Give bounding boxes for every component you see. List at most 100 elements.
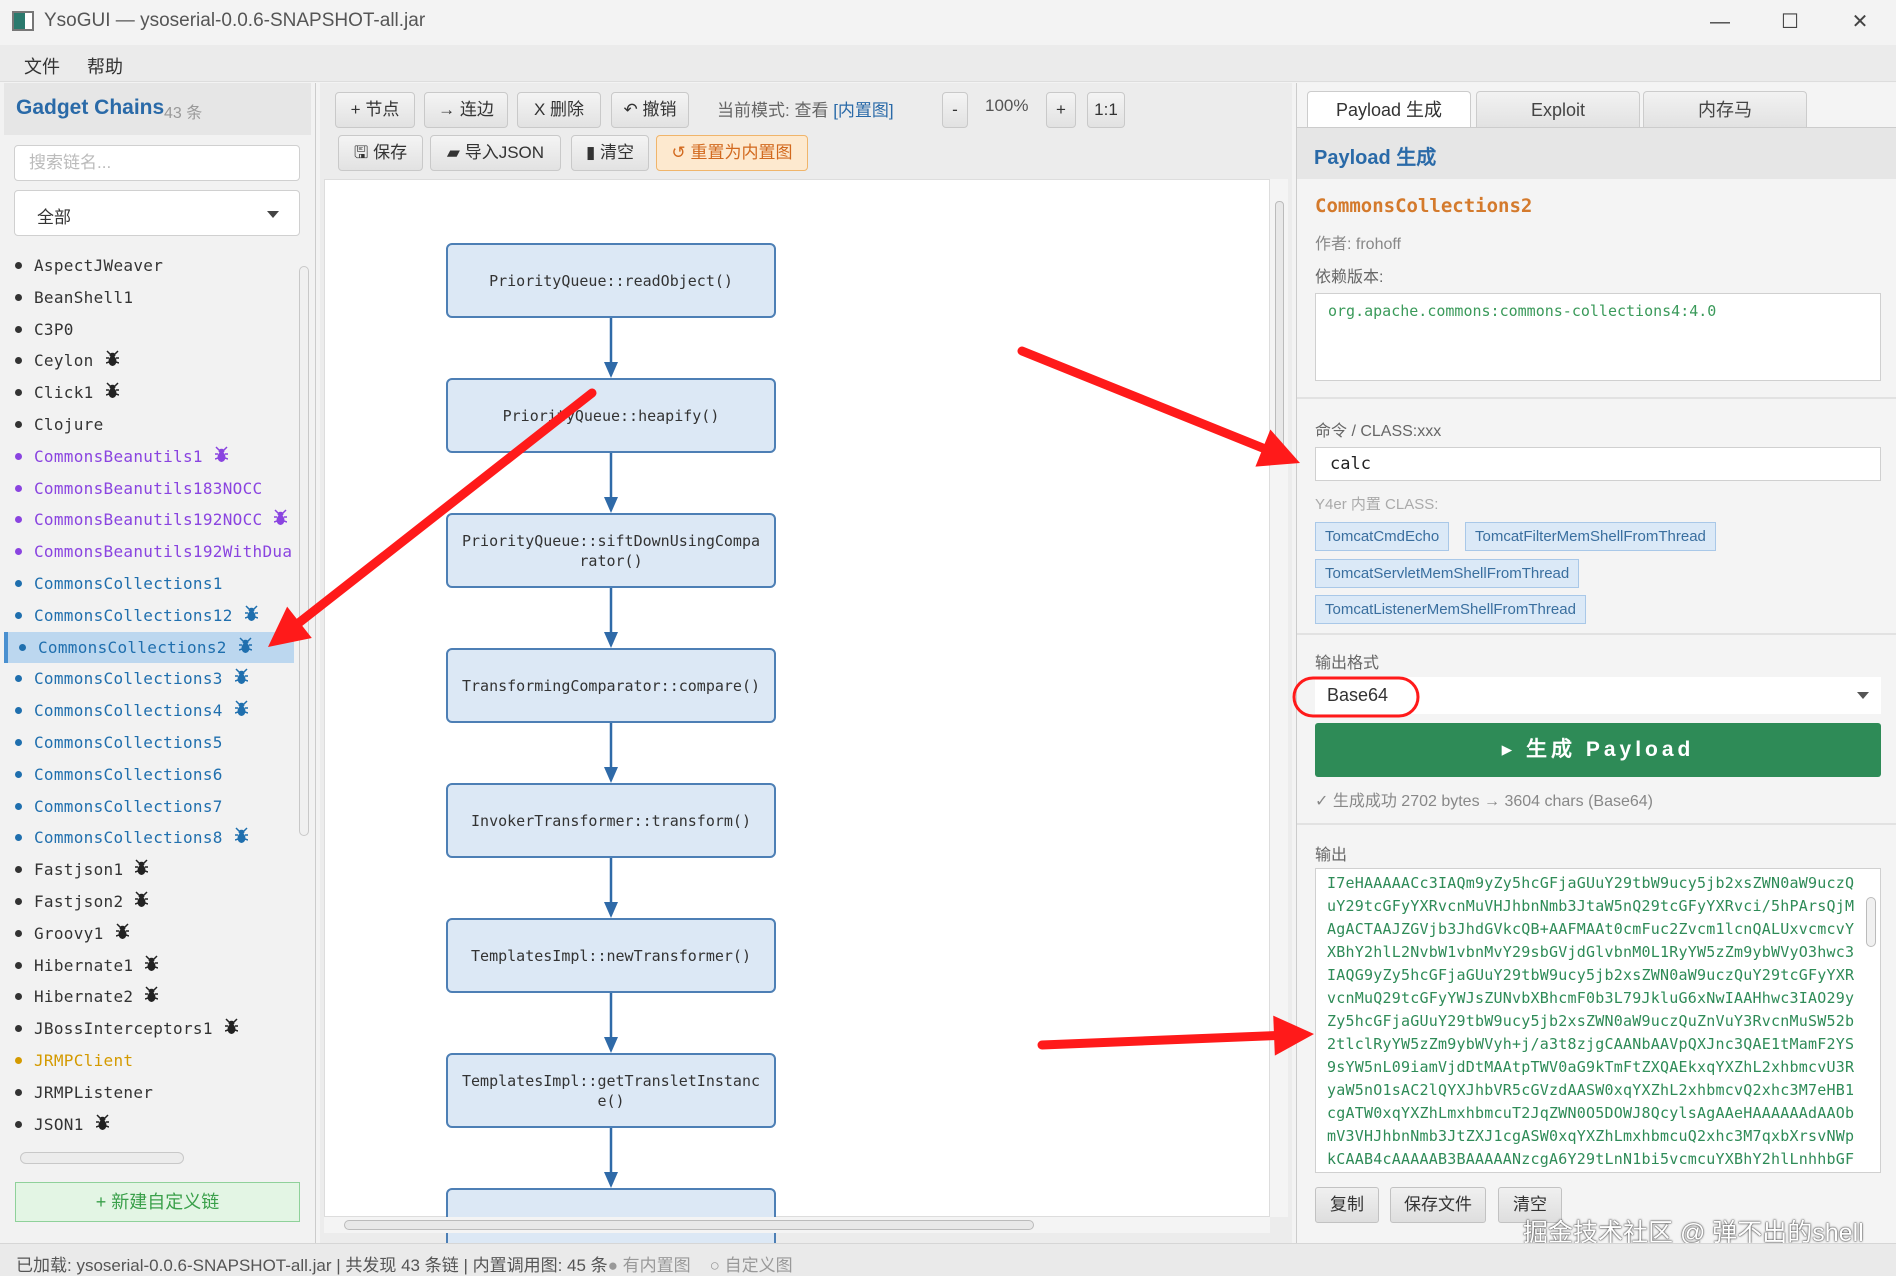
diagram-node[interactable]: TemplatesImpl::newTransformer() bbox=[446, 918, 776, 993]
diagram-node[interactable]: TransformingComparator::compare() bbox=[446, 648, 776, 723]
chain-name: JSON1 bbox=[34, 1114, 84, 1134]
bullet-icon bbox=[15, 675, 22, 683]
search-input[interactable] bbox=[14, 145, 300, 181]
filter-dropdown[interactable]: 全部 bbox=[14, 190, 300, 236]
builtin-class-chip[interactable]: TomcatServletMemShellFromThread bbox=[1315, 559, 1580, 588]
chain-list-item[interactable]: JRMPClient bbox=[4, 1045, 294, 1076]
chain-list-item[interactable]: CommonsCollections3 bbox=[4, 663, 294, 694]
clear-button[interactable]: ▮ 清空 bbox=[571, 135, 649, 171]
canvas-vertical-scrollbar[interactable] bbox=[1270, 179, 1288, 1217]
zoom-in-button[interactable]: + bbox=[1046, 92, 1076, 128]
save-button[interactable]: 🖫 保存 bbox=[338, 135, 423, 171]
chain-list-item[interactable]: C3P0 bbox=[4, 314, 294, 345]
chain-list-item[interactable]: Groovy1 bbox=[4, 918, 294, 949]
edge-arrowhead bbox=[604, 767, 618, 783]
chain-list-item[interactable]: CommonsCollections1 bbox=[4, 568, 294, 599]
chain-list-item[interactable]: CommonsBeanutils183NOCC bbox=[4, 473, 294, 504]
bullet-icon bbox=[15, 770, 22, 778]
reset-zoom-button[interactable]: 1:1 bbox=[1087, 92, 1125, 128]
new-custom-chain-button[interactable]: + 新建自定义链 bbox=[15, 1182, 300, 1222]
tab-memshell[interactable]: 内存马 bbox=[1643, 91, 1807, 127]
chain-list-item[interactable]: Click1 bbox=[4, 377, 294, 408]
chain-list-item[interactable]: JBossInterceptors1 bbox=[4, 1013, 294, 1044]
add-node-button[interactable]: + 节点 bbox=[335, 92, 415, 128]
chain-name: Hibernate2 bbox=[34, 987, 134, 1007]
chain-list-item[interactable]: CommonsBeanutils192NOCC bbox=[4, 504, 294, 535]
tab-payload[interactable]: Payload 生成 bbox=[1307, 91, 1471, 127]
chain-list-item[interactable]: Ceylon bbox=[4, 345, 294, 376]
zoom-out-button[interactable]: - bbox=[942, 92, 968, 128]
format-select[interactable]: Base64 bbox=[1315, 677, 1881, 714]
window-title: YsoGUI — ysoserial-0.0.6-SNAPSHOT-all.ja… bbox=[44, 10, 426, 31]
output-scrollbar[interactable] bbox=[1861, 869, 1880, 1172]
menu-file[interactable]: 文件 bbox=[24, 53, 60, 79]
output-line: yaW5nO1sAC2lQYXJhbVR5cGVzdAASW0xqYXZhL2x… bbox=[1327, 1081, 1855, 1099]
chain-list-item[interactable]: CommonsCollections6 bbox=[4, 759, 294, 790]
maximize-button[interactable]: ☐ bbox=[1770, 8, 1810, 36]
zoom-level: 100% bbox=[985, 96, 1029, 115]
chain-list-item[interactable]: Hibernate2 bbox=[4, 981, 294, 1012]
builtin-class-chip[interactable]: TomcatFilterMemShellFromThread bbox=[1465, 522, 1716, 551]
output-line: 9sYW5nL09iamVjdDtMAAtpTWV0aG9kTmFtZXQAEk… bbox=[1327, 1058, 1855, 1076]
import-json-button[interactable]: ▰ 导入JSON bbox=[430, 135, 561, 171]
scroll-thumb[interactable] bbox=[344, 1220, 1034, 1230]
list-horizontal-scrollbar[interactable] bbox=[4, 1148, 294, 1168]
diagram-canvas[interactable]: PriorityQueue::readObject()PriorityQueue… bbox=[324, 179, 1270, 1263]
chevron-down-icon bbox=[267, 211, 279, 218]
chain-list-item[interactable]: CommonsCollections12 bbox=[4, 600, 294, 631]
diagram-node[interactable]: InvokerTransformer::transform() bbox=[446, 783, 776, 858]
command-input[interactable] bbox=[1315, 447, 1881, 481]
chain-list-item[interactable]: BeanShell1 bbox=[4, 282, 294, 313]
dependency-textarea[interactable]: org.apache.commons:commons-collections4:… bbox=[1315, 293, 1881, 381]
chain-list-item[interactable]: Fastjson1 bbox=[4, 854, 294, 885]
copy-button[interactable]: 复制 bbox=[1315, 1187, 1379, 1223]
chain-list-item[interactable]: JRMPListener bbox=[4, 1077, 294, 1108]
chevron-down-icon bbox=[1857, 692, 1869, 699]
output-line: AgACTAAJZGVjb3JhdGVkcQB+AAFMAAt0cmFuc2Zv… bbox=[1327, 920, 1855, 938]
edge-arrowhead bbox=[604, 632, 618, 648]
bullet-icon bbox=[15, 739, 22, 746]
scroll-thumb[interactable] bbox=[1866, 897, 1876, 947]
diagram-node[interactable]: TemplatesImpl::getTransletInstance() bbox=[446, 1053, 776, 1128]
chain-list-item[interactable]: JSON1 bbox=[4, 1109, 294, 1140]
chain-list-item[interactable]: CommonsBeanutils1 bbox=[4, 441, 294, 472]
scroll-thumb[interactable] bbox=[20, 1152, 184, 1164]
builtin-class-chip[interactable]: TomcatCmdEcho bbox=[1315, 522, 1450, 551]
canvas-horizontal-scrollbar[interactable] bbox=[324, 1217, 1270, 1233]
chain-name: Ceylon bbox=[34, 351, 94, 371]
chain-list-item[interactable]: Fastjson2 bbox=[4, 886, 294, 917]
chain-list-item[interactable]: Hibernate1 bbox=[4, 950, 294, 981]
diagram-node[interactable]: PriorityQueue::heapify() bbox=[446, 378, 776, 453]
chain-name: CommonsCollections12 bbox=[34, 605, 233, 625]
minimize-button[interactable]: — bbox=[1700, 8, 1740, 36]
output-textarea[interactable]: I7eHAAAAACc3IAQm9yZy5hcGFjaGUuY29tbW9ucy… bbox=[1315, 868, 1881, 1173]
undo-button[interactable]: ↶ 撤销 bbox=[611, 92, 689, 128]
chain-list-item[interactable]: AspectJWeaver bbox=[4, 250, 294, 281]
list-vertical-scrollbar[interactable] bbox=[296, 248, 311, 1148]
bullet-icon bbox=[15, 1088, 22, 1096]
connect-edge-button[interactable]: → 连边 bbox=[424, 92, 508, 128]
chain-list-item[interactable]: CommonsCollections7 bbox=[4, 791, 294, 822]
menu-help[interactable]: 帮助 bbox=[87, 53, 123, 79]
chain-list-item[interactable]: CommonsCollections8 bbox=[4, 822, 294, 853]
scroll-thumb[interactable] bbox=[1275, 201, 1284, 461]
tab-exploit[interactable]: Exploit bbox=[1476, 91, 1640, 127]
chain-list-item[interactable]: CommonsCollections2 bbox=[4, 631, 294, 663]
builtin-class-chip[interactable]: TomcatListenerMemShellFromThread bbox=[1315, 595, 1586, 624]
chain-list-item[interactable]: CommonsBeanutils192WithDua bbox=[4, 536, 294, 567]
chain-list-item[interactable]: CommonsCollections5 bbox=[4, 727, 294, 758]
bug-icon bbox=[135, 855, 149, 886]
reset-builtin-button[interactable]: ↺ 重置为内置图 bbox=[656, 135, 808, 171]
save-file-button[interactable]: 保存文件 bbox=[1390, 1187, 1486, 1223]
format-label: 输出格式 bbox=[1315, 655, 1380, 672]
delete-button[interactable]: X 删除 bbox=[517, 92, 601, 128]
close-button[interactable]: ✕ bbox=[1840, 8, 1880, 36]
diagram-node[interactable]: PriorityQueue::readObject() bbox=[446, 243, 776, 318]
chain-list-item[interactable]: CommonsCollections4 bbox=[4, 695, 294, 726]
chain-list-item[interactable]: Clojure bbox=[4, 409, 294, 440]
diagram-node[interactable]: PriorityQueue::siftDownUsingComparator() bbox=[446, 513, 776, 588]
scroll-thumb[interactable] bbox=[299, 266, 309, 836]
generate-payload-button[interactable]: ▸ 生成 Payload bbox=[1315, 723, 1881, 777]
bullet-icon bbox=[15, 548, 22, 556]
chain-name: JRMPListener bbox=[34, 1082, 154, 1102]
